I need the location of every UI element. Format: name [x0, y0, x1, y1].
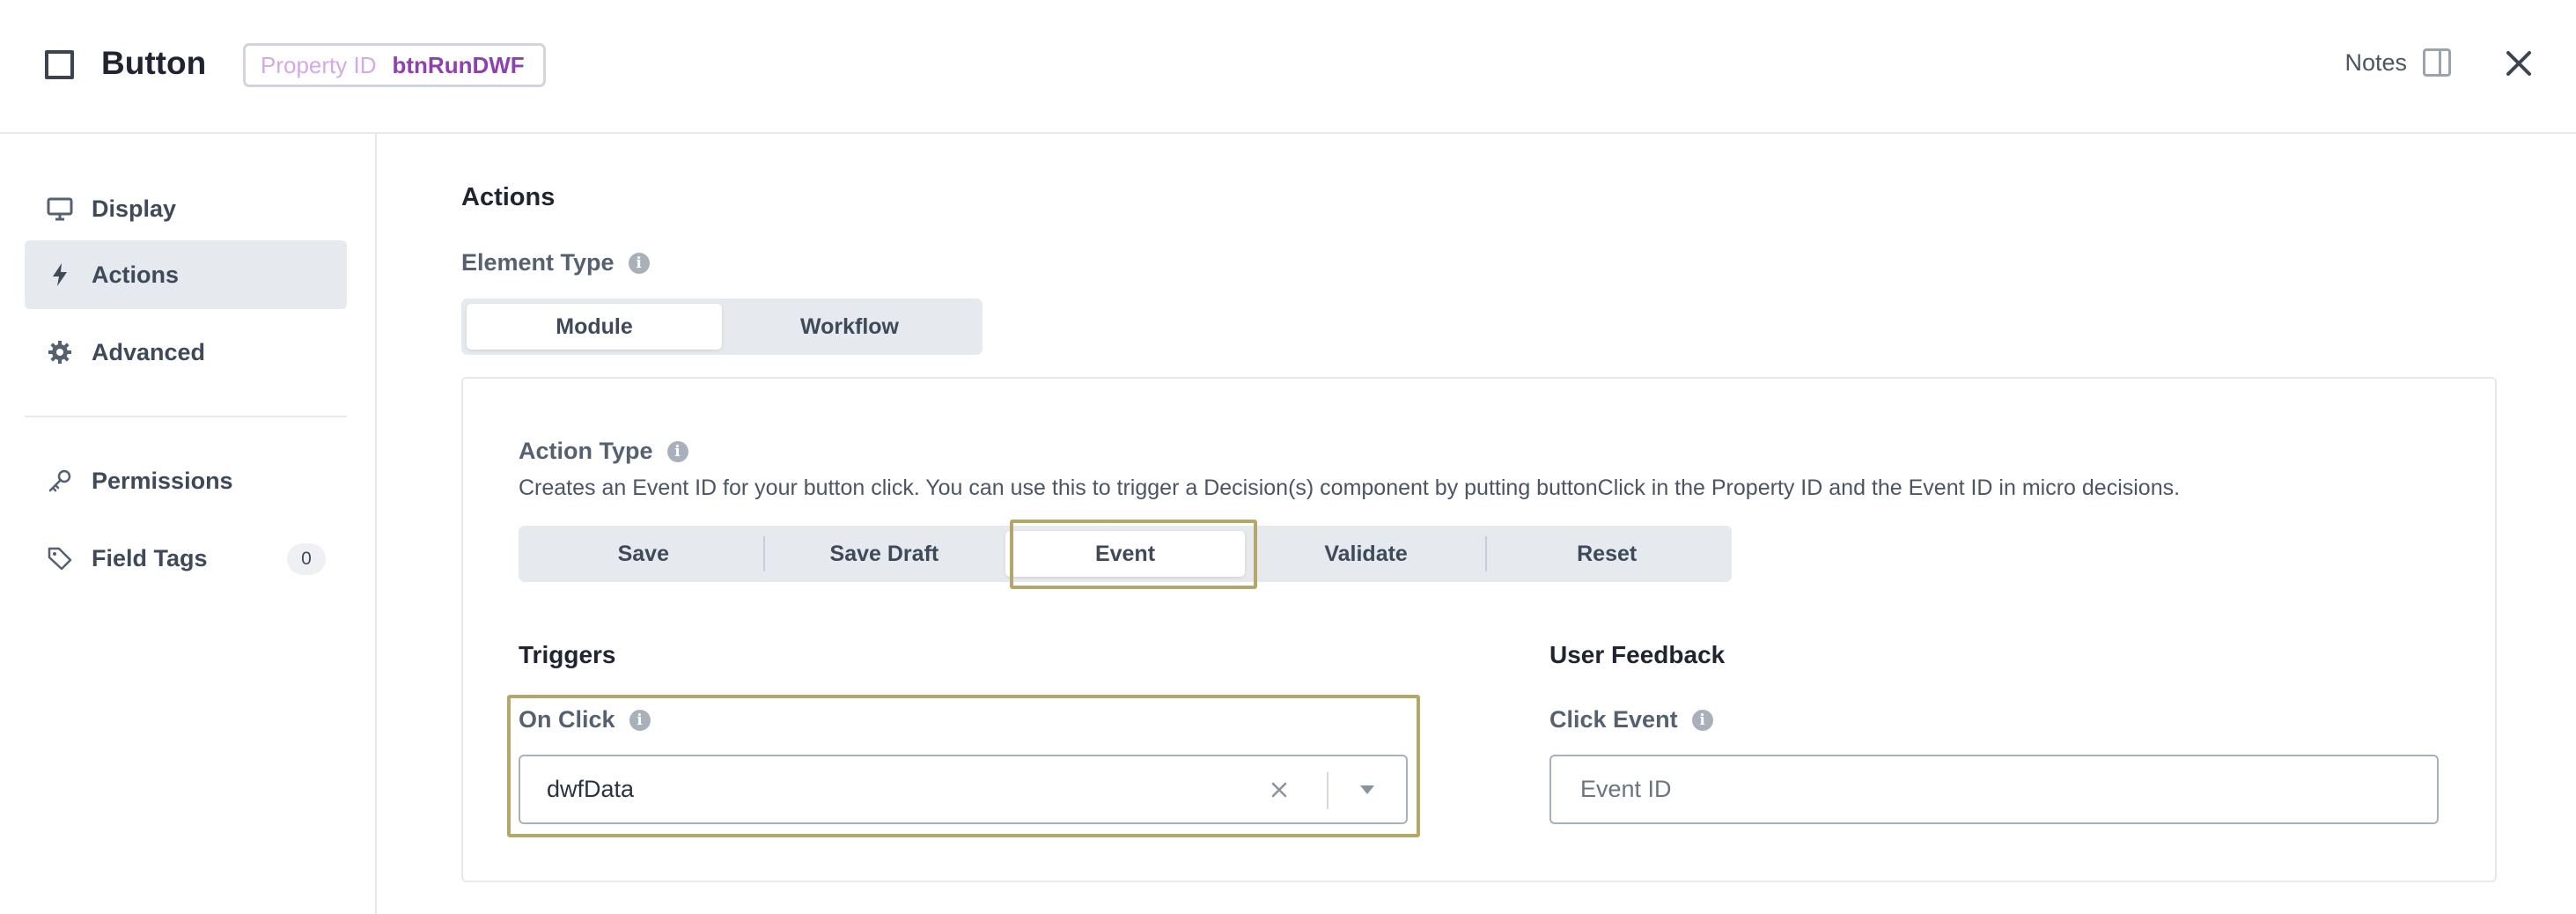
header: Button Property ID btnRunDWF Notes: [0, 0, 2576, 134]
element-type-toggle: Module Workflow: [461, 299, 983, 355]
clear-icon[interactable]: [1260, 770, 1299, 809]
property-id-badge[interactable]: Property ID btnRunDWF: [243, 43, 546, 87]
key-icon: [46, 467, 74, 495]
element-type-label-row: Element Type i: [461, 249, 650, 276]
field-tags-count-badge: 0: [287, 543, 326, 575]
on-click-label: On Click: [519, 706, 615, 733]
info-icon[interactable]: i: [628, 252, 650, 274]
sidebar-item-field-tags[interactable]: Field Tags 0: [25, 524, 347, 593]
click-event-input[interactable]: [1549, 755, 2439, 824]
property-id-label: Property ID: [261, 51, 377, 78]
on-click-selected-value: dwfData: [547, 776, 635, 802]
action-type-toggle: Save Save Draft Event Validate Reset: [519, 526, 1732, 582]
panel-icon: [2423, 48, 2451, 77]
section-title-actions: Actions: [461, 183, 556, 211]
element-type-label: Element Type: [461, 249, 615, 276]
on-click-label-row: On Click i: [519, 706, 651, 733]
action-type-option-save[interactable]: Save: [524, 531, 763, 577]
action-type-option-reset[interactable]: Reset: [1487, 531, 1726, 577]
action-type-label-row: Action Type i: [519, 438, 688, 465]
info-icon[interactable]: i: [1691, 709, 1713, 731]
component-title: Button: [101, 45, 207, 81]
action-type-option-event[interactable]: Event: [1005, 531, 1245, 577]
gear-icon: [46, 338, 74, 366]
info-icon[interactable]: i: [666, 440, 688, 462]
user-feedback-title: User Feedback: [1549, 641, 1726, 668]
sidebar-item-permissions[interactable]: Permissions: [25, 446, 347, 515]
component-checkbox-icon: [45, 50, 74, 79]
sidebar: Display Actions Advanced Permissions Fie…: [0, 134, 377, 914]
chevron-down-icon[interactable]: [1343, 770, 1392, 809]
click-event-label-row: Click Event i: [1549, 706, 1713, 733]
sidebar-item-label: Permissions: [92, 467, 233, 494]
action-type-description: Creates an Event ID for your button clic…: [519, 475, 2181, 500]
element-type-option-module[interactable]: Module: [467, 304, 722, 350]
close-icon: [2506, 51, 2531, 76]
notes-toggle[interactable]: Notes: [2344, 48, 2451, 77]
on-click-select[interactable]: dwfData: [519, 755, 1408, 824]
element-type-option-workflow[interactable]: Workflow: [722, 304, 977, 350]
sidebar-item-label: Advanced: [92, 338, 206, 365]
property-id-value: btnRunDWF: [392, 51, 525, 78]
action-type-option-save-draft[interactable]: Save Draft: [765, 531, 1005, 577]
notes-label: Notes: [2344, 48, 2407, 76]
select-divider: [1327, 772, 1328, 809]
triggers-title: Triggers: [519, 641, 616, 668]
sidebar-item-label: Display: [92, 195, 177, 222]
sidebar-item-label: Field Tags: [92, 544, 208, 571]
sidebar-item-advanced[interactable]: Advanced: [25, 318, 347, 387]
info-icon[interactable]: i: [629, 709, 651, 731]
action-type-label: Action Type: [519, 438, 653, 464]
click-event-label: Click Event: [1549, 706, 1678, 733]
sidebar-item-display[interactable]: Display: [25, 174, 347, 243]
close-button[interactable]: [2499, 39, 2539, 88]
sidebar-item-actions[interactable]: Actions: [25, 240, 347, 309]
tag-icon: [46, 544, 74, 572]
sidebar-divider: [25, 416, 347, 417]
bolt-icon: [46, 261, 74, 289]
sidebar-item-label: Actions: [92, 261, 180, 288]
monitor-icon: [46, 195, 74, 223]
action-type-option-validate[interactable]: Validate: [1247, 531, 1486, 577]
